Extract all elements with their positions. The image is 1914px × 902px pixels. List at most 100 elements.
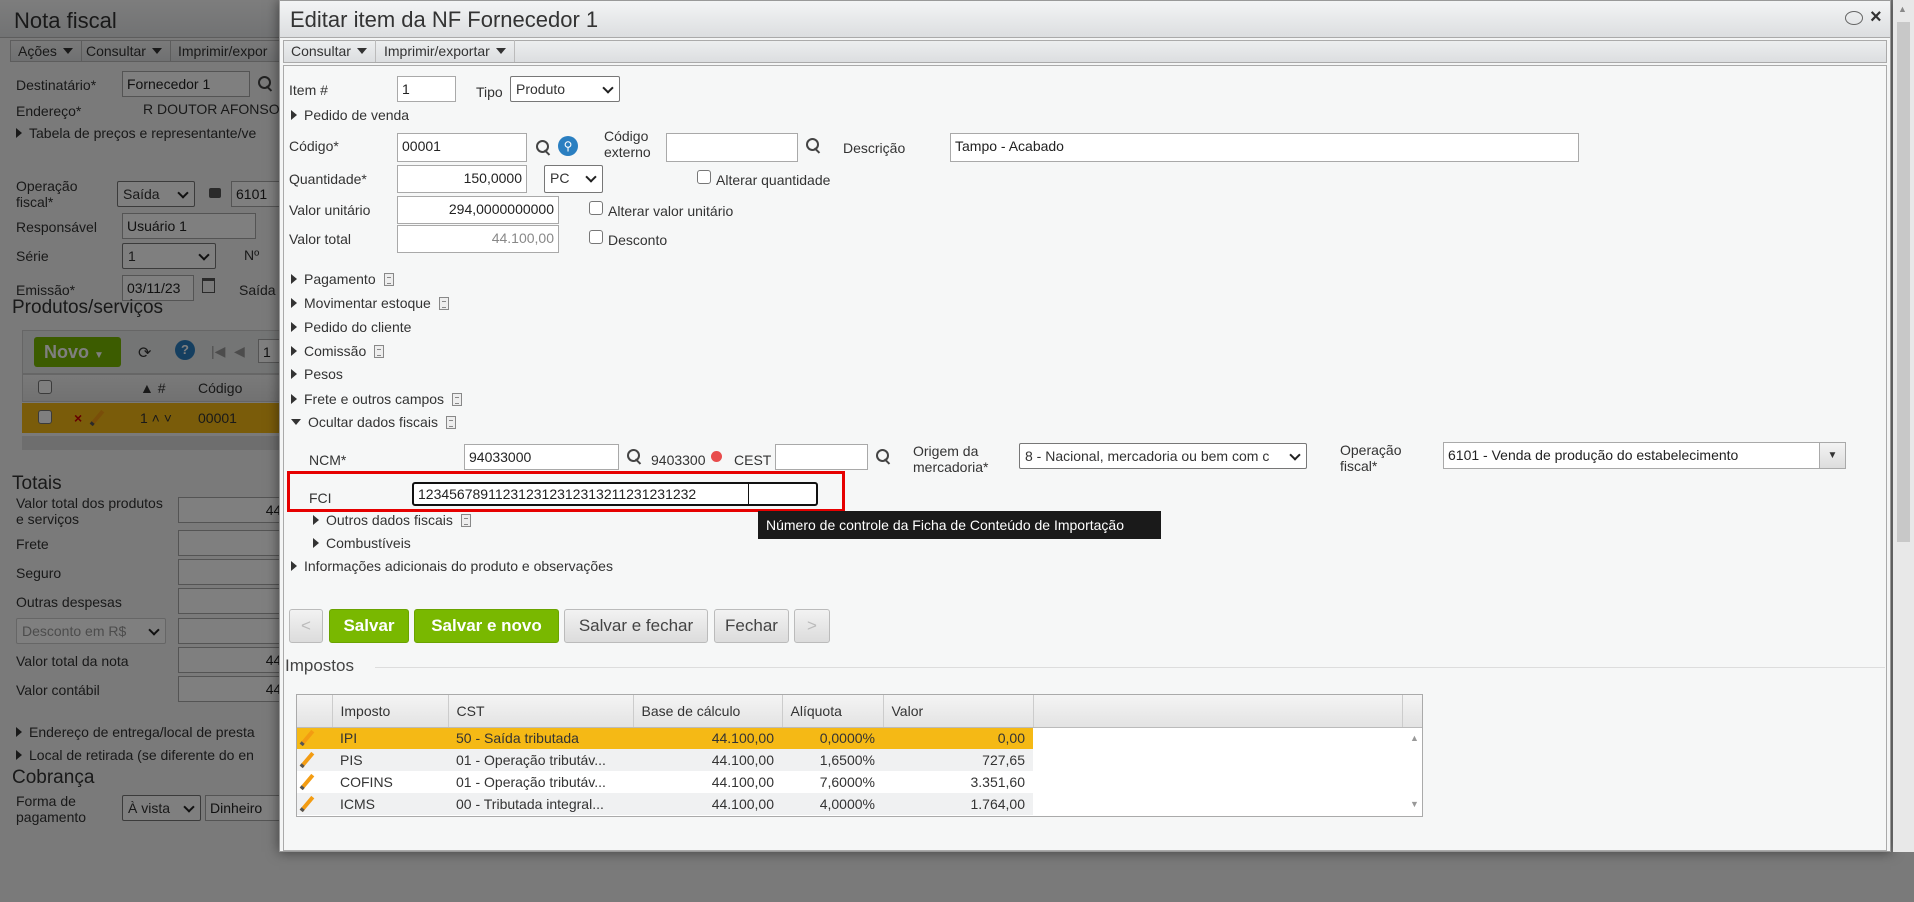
salvar-e-novo-button[interactable]: Salvar e novo — [414, 609, 559, 643]
cell-base: 44.100,00 — [633, 771, 782, 793]
outros-dados-fiscais-toggle[interactable]: Outros dados fiscais — [313, 512, 471, 528]
desconto-label: Desconto — [608, 232, 668, 248]
cest-input[interactable] — [775, 444, 868, 470]
header-aliquota[interactable]: Alíquota — [782, 695, 884, 728]
section-comissao[interactable]: Comissão — [291, 343, 385, 359]
cell-valor: 0,00 — [883, 727, 1033, 749]
section-pesos[interactable]: Pesos — [291, 366, 343, 382]
descricao-input[interactable]: Tampo - Acabado — [950, 133, 1579, 162]
text-cursor-icon — [748, 484, 749, 504]
informacoes-adicionais-toggle[interactable]: Informações adicionais do produto e obse… — [291, 558, 613, 574]
cell-aliquota: 0,0000% — [782, 727, 883, 749]
ncm-label: NCM* — [309, 452, 347, 468]
close-icon[interactable]: × — [1870, 6, 1882, 29]
cell-cst: 00 - Tributada integral... — [448, 793, 633, 815]
quantidade-input[interactable]: 150,0000 — [397, 165, 527, 193]
product-info-icon[interactable]: ⚲ — [558, 136, 578, 156]
menu-imprimir-exportar[interactable]: Imprimir/exportar — [376, 40, 515, 62]
fechar-button[interactable]: Fechar — [714, 609, 789, 643]
impostos-heading: Impostos — [285, 656, 354, 675]
valor-total-input: 44.100,00 — [397, 225, 559, 253]
table-row[interactable]: PIS 01 - Operação tributáv... 44.100,00 … — [297, 749, 1422, 771]
dialog-title: Editar item da NF Fornecedor 1 — [290, 7, 599, 32]
next-button[interactable]: > — [794, 609, 830, 643]
header-valor[interactable]: Valor — [883, 695, 1034, 728]
cell-imposto: IPI — [332, 727, 448, 749]
ncm-input[interactable]: 94033000 — [464, 444, 619, 470]
table-row[interactable]: IPI 50 - Saída tributada 44.100,00 0,000… — [297, 727, 1422, 749]
operacao-fiscal-combo[interactable]: 6101 - Venda de produção do estabelecime… — [1443, 442, 1846, 469]
previous-button[interactable]: < — [289, 609, 323, 643]
valor-total-label: Valor total — [289, 231, 351, 247]
cell-base: 44.100,00 — [633, 727, 782, 749]
section-frete[interactable]: Frete e outros campos — [291, 391, 463, 407]
cell-imposto: COFINS — [332, 771, 448, 793]
item-input[interactable]: 1 — [397, 76, 456, 102]
dialog-scrollbar[interactable]: ▲ — [1893, 0, 1914, 852]
cell-cst: 01 - Operação tributáv... — [448, 771, 633, 793]
codigo-externo-input[interactable] — [666, 133, 798, 162]
combustiveis-toggle[interactable]: Combustíveis — [313, 535, 411, 551]
pencil-icon[interactable] — [297, 727, 332, 749]
fci-tooltip: Número de controle da Ficha de Conteúdo … — [758, 511, 1161, 539]
header-cst[interactable]: CST — [448, 695, 634, 728]
table-row[interactable]: ICMS 00 - Tributada integral... 44.100,0… — [297, 793, 1422, 815]
valor-unitario-input[interactable]: 294,0000000000 — [397, 196, 559, 224]
ncm-hint: 9403300 — [651, 452, 706, 468]
salvar-button[interactable]: Salvar — [329, 609, 409, 643]
unidade-select[interactable]: PC — [544, 165, 603, 193]
header-base-calculo[interactable]: Base de cálculo — [633, 695, 783, 728]
section-ocultar-dados-fiscais[interactable]: Ocultar dados fiscais — [291, 414, 456, 430]
cell-imposto: PIS — [332, 749, 448, 771]
cell-valor: 3.351,60 — [883, 771, 1033, 793]
pedido-venda-toggle[interactable]: Pedido de venda — [291, 107, 409, 123]
tipo-label: Tipo — [476, 84, 503, 100]
search-icon[interactable] — [876, 449, 892, 465]
impostos-table: Imposto CST Base de cálculo Alíquota Val… — [296, 694, 1423, 817]
operacao-fiscal-label: Operação fiscal* — [1340, 442, 1402, 474]
cell-valor: 727,65 — [883, 749, 1033, 771]
cell-aliquota: 1,6500% — [782, 749, 883, 771]
origem-select[interactable]: 8 - Nacional, mercadoria ou bem com c — [1019, 443, 1307, 469]
cell-cst: 01 - Operação tributáv... — [448, 749, 633, 771]
edit-column-header — [297, 695, 333, 728]
search-icon[interactable] — [627, 449, 643, 465]
salvar-e-fechar-button[interactable]: Salvar e fechar — [564, 609, 708, 643]
pencil-icon[interactable] — [297, 793, 332, 815]
combo-dropdown-button[interactable]: ▼ — [1819, 443, 1845, 468]
cell-aliquota: 4,0000% — [782, 793, 883, 815]
item-label: Item # — [289, 82, 328, 98]
search-icon[interactable] — [806, 138, 822, 154]
cell-aliquota: 7,6000% — [782, 771, 883, 793]
doc-icon — [452, 393, 463, 406]
cell-cst: 50 - Saída tributada — [448, 727, 633, 749]
origem-label: Origem da mercadoria* — [913, 443, 989, 475]
desconto-checkbox[interactable] — [589, 230, 603, 244]
cell-base: 44.100,00 — [633, 793, 782, 815]
section-pedido-cliente[interactable]: Pedido do cliente — [291, 319, 411, 335]
menu-consultar[interactable]: Consultar — [283, 40, 376, 62]
valor-unitario-label: Valor unitário — [289, 202, 371, 218]
pencil-icon[interactable] — [297, 771, 332, 793]
table-row[interactable]: COFINS 01 - Operação tributáv... 44.100,… — [297, 771, 1422, 793]
section-movimentar-estoque[interactable]: Movimentar estoque — [291, 295, 449, 311]
alterar-valor-unitario-label: Alterar valor unitário — [608, 203, 734, 219]
fci-input[interactable]: 123456789112312312312313211231231232 — [412, 482, 818, 506]
comment-icon[interactable] — [1845, 11, 1863, 25]
pencil-icon[interactable] — [297, 749, 332, 771]
search-icon[interactable] — [536, 140, 552, 156]
cell-valor: 1.764,00 — [883, 793, 1033, 815]
doc-icon — [438, 297, 449, 310]
header-imposto[interactable]: Imposto — [332, 695, 449, 728]
tipo-select[interactable]: Produto — [510, 76, 620, 102]
error-dot-icon — [711, 451, 722, 462]
quantidade-label: Quantidade* — [289, 171, 367, 187]
section-pagamento[interactable]: Pagamento — [291, 271, 394, 287]
descricao-label: Descrição — [843, 140, 906, 156]
alterar-quantidade-checkbox[interactable] — [697, 170, 711, 184]
cell-base: 44.100,00 — [633, 749, 782, 771]
alterar-valor-unitario-checkbox[interactable] — [589, 201, 603, 215]
doc-icon — [374, 345, 385, 358]
cest-label: CEST — [734, 452, 772, 468]
codigo-input[interactable]: 00001 — [397, 133, 527, 162]
